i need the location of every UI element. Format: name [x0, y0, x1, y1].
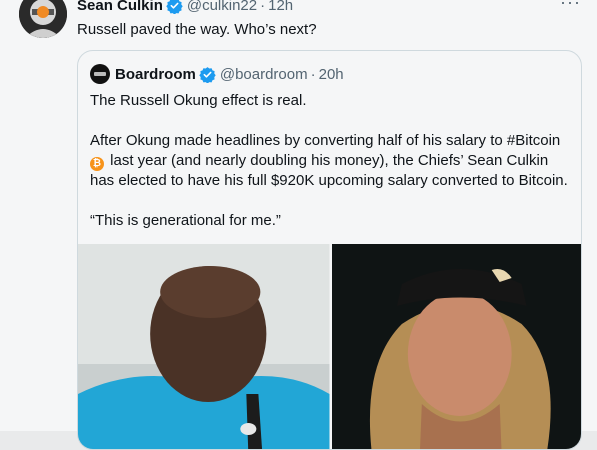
avatar[interactable] — [19, 0, 67, 38]
quoted-tweet-text: The Russell Okung effect is real. After … — [90, 91, 575, 231]
tweet-text: Russell paved the way. Who’s next? — [77, 21, 317, 38]
quoted-line-1: The Russell Okung effect is real. — [90, 92, 307, 109]
media-grid — [78, 244, 581, 449]
quoted-paragraph-2-end: last year (and nearly doubling his money… — [90, 152, 568, 189]
quoted-tweet-header: Boardroom @boardroom · 20h — [90, 64, 344, 84]
quoted-paragraph-2: After Okung made headlines by converting… — [90, 131, 575, 191]
photo-left[interactable] — [78, 244, 330, 449]
separator-dot: · — [260, 0, 266, 14]
quoted-author-handle[interactable]: @boardroom — [220, 66, 308, 83]
quoted-tweet[interactable]: Boardroom @boardroom · 20h The Russell O… — [77, 50, 582, 450]
quoted-timestamp[interactable]: 20h — [319, 66, 344, 83]
quoted-author-name[interactable]: Boardroom — [115, 66, 196, 83]
bitcoin-icon: ₿ — [90, 157, 104, 171]
more-icon[interactable]: ··· — [560, 0, 581, 13]
quoted-line-3: “This is generational for me.” — [90, 212, 281, 229]
tweet[interactable]: Sean Culkin @culkin22 · 12h ··· Russell … — [0, 0, 597, 450]
author-name[interactable]: Sean Culkin — [77, 0, 163, 14]
tweet-header: Sean Culkin @culkin22 · 12h — [77, 0, 293, 15]
photo-right[interactable] — [331, 244, 581, 449]
timestamp[interactable]: 12h — [268, 0, 293, 14]
separator-dot: · — [310, 65, 316, 83]
verified-badge-icon — [166, 0, 183, 14]
quoted-paragraph-2-start: After Okung made headlines by converting… — [90, 132, 561, 149]
verified-badge-icon — [199, 66, 216, 83]
quoted-avatar[interactable] — [90, 64, 110, 84]
author-handle[interactable]: @culkin22 — [187, 0, 257, 14]
